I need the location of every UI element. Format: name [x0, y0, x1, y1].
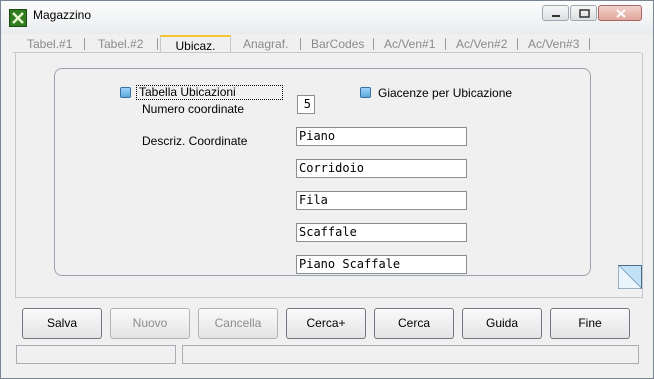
- app-icon: [9, 9, 27, 27]
- maximize-icon: [579, 9, 590, 18]
- tab-ubicaz[interactable]: Ubicaz.: [160, 35, 231, 53]
- coordinate-field-4[interactable]: Scaffale: [296, 223, 467, 242]
- salva-button[interactable]: Salva: [22, 308, 102, 339]
- tabella-ubicazioni-checkbox[interactable]: [120, 87, 131, 98]
- close-button[interactable]: [598, 5, 642, 21]
- coordinate-field-5[interactable]: Piano Scaffale: [296, 255, 467, 274]
- tab-acven-1[interactable]: Ac/Ven#1: [384, 35, 435, 53]
- tab-strip: Tabel.#1 Tabel.#2 Ubicaz. Anagraf. BarCo…: [13, 35, 643, 53]
- status-panel-left: [16, 345, 176, 364]
- cerca-plus-button[interactable]: Cerca+: [286, 308, 366, 339]
- page-corner-icon[interactable]: [618, 265, 642, 289]
- window-title: Magazzino: [33, 8, 92, 22]
- close-icon: [616, 9, 626, 18]
- descriz-coordinate-label: Descriz. Coordinate: [142, 134, 248, 148]
- coordinate-field-3[interactable]: Fila: [296, 191, 467, 210]
- title-bar[interactable]: Magazzino: [1, 1, 653, 34]
- tab-barcodes[interactable]: BarCodes: [311, 35, 364, 53]
- giacenze-checkbox[interactable]: [360, 87, 371, 98]
- nuovo-button[interactable]: Nuovo: [110, 308, 190, 339]
- tab-tabel-2[interactable]: Tabel.#2: [98, 35, 143, 53]
- tab-separator: [445, 38, 446, 50]
- cerca-button[interactable]: Cerca: [374, 308, 454, 339]
- coordinate-field-2[interactable]: Corridoio: [296, 159, 467, 178]
- maximize-button[interactable]: [570, 5, 597, 21]
- tab-separator: [373, 38, 374, 50]
- minimize-button[interactable]: [542, 5, 569, 21]
- tab-anagraf[interactable]: Anagraf.: [243, 35, 288, 53]
- status-panel-right: [182, 345, 639, 364]
- tab-separator: [84, 38, 85, 50]
- tab-separator: [157, 38, 158, 50]
- cancella-button[interactable]: Cancella: [198, 308, 278, 339]
- tabella-ubicazioni-label[interactable]: Tabella Ubicazioni: [136, 85, 283, 100]
- guida-button[interactable]: Guida: [462, 308, 542, 339]
- numero-coordinate-label: Numero coordinate: [142, 102, 245, 116]
- tab-separator: [300, 38, 301, 50]
- minimize-icon: [552, 15, 560, 17]
- numero-coordinate-field[interactable]: 5: [297, 95, 315, 114]
- tab-acven-2[interactable]: Ac/Ven#2: [456, 35, 507, 53]
- fine-button[interactable]: Fine: [550, 308, 630, 339]
- giacenze-label[interactable]: Giacenze per Ubicazione: [378, 86, 512, 100]
- coordinate-field-1[interactable]: Piano: [296, 127, 467, 146]
- tab-tabel-1[interactable]: Tabel.#1: [27, 35, 72, 53]
- main-window: Magazzino Tabel.#1 Tabel.#2 Ubicaz. Anag…: [0, 0, 654, 379]
- tab-separator: [517, 38, 518, 50]
- tab-separator: [589, 38, 590, 50]
- tab-acven-3[interactable]: Ac/Ven#3: [528, 35, 579, 53]
